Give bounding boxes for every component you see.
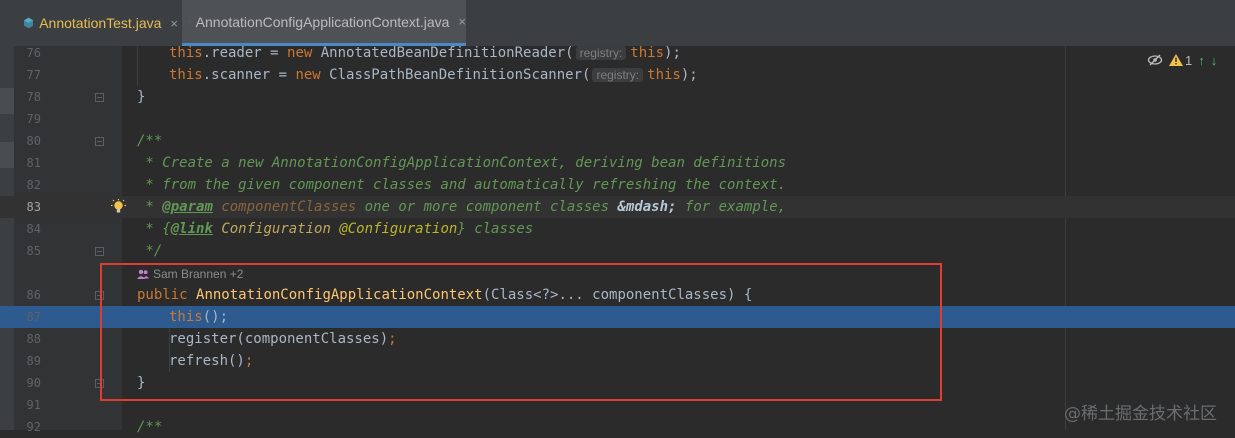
close-icon[interactable]: × — [170, 16, 178, 31]
code-text: /** — [137, 416, 162, 438]
code-text: * {@link Configuration @Configuration} c… — [137, 218, 533, 240]
code-line-current[interactable]: 83 * @param componentClasses one or more… — [0, 196, 1235, 218]
tab-annotation-test[interactable]: AnnotationTest.java × — [14, 0, 178, 46]
line-number: 80 — [14, 130, 41, 152]
tab-label: AnnotationTest.java — [39, 15, 161, 31]
tab-annotation-config-application-context[interactable]: AnnotationConfigApplicationContext.java … — [182, 0, 466, 46]
code-text: } — [137, 86, 145, 108]
editor-tab-bar: AnnotationTest.java × AnnotationConfigAp… — [0, 0, 1235, 46]
line-number: 90 — [14, 372, 41, 394]
line-number: 86 — [14, 284, 41, 306]
next-highlight-arrow-icon[interactable]: ↓ — [1211, 53, 1218, 68]
line-number: 92 — [14, 416, 41, 438]
code-line[interactable]: 77 this.scanner = new ClassPathBeanDefin… — [0, 64, 1235, 86]
java-class-icon — [189, 15, 190, 29]
line-number: 78 — [14, 86, 41, 108]
line-number: 82 — [14, 174, 41, 196]
line-number: 84 — [14, 218, 41, 240]
warning-triangle-icon — [1169, 54, 1183, 66]
tab-label: AnnotationConfigApplicationContext.java — [196, 14, 450, 30]
fold-marker-icon[interactable] — [95, 247, 104, 256]
eye-slash-icon[interactable] — [1147, 54, 1163, 66]
warning-count: 1 — [1185, 53, 1192, 68]
code-line[interactable]: 85 */ — [0, 240, 1235, 262]
error-stripe[interactable] — [1222, 46, 1235, 430]
code-line[interactable]: 82 * from the given component classes an… — [0, 174, 1235, 196]
parameter-hint: registry: — [592, 68, 643, 82]
code-line[interactable]: 84 * {@link Configuration @Configuration… — [0, 218, 1235, 240]
code-line[interactable]: 81 * Create a new AnnotationConfigApplic… — [0, 152, 1235, 174]
watermark: @稀土掘金技术社区 — [1064, 399, 1217, 424]
fold-marker-icon[interactable] — [95, 137, 104, 146]
line-number: 89 — [14, 350, 41, 372]
code-text: * Create a new AnnotationConfigApplicati… — [137, 152, 786, 174]
code-line[interactable]: 92 /** — [0, 416, 1235, 438]
code-text: /** — [137, 130, 162, 152]
code-text: * @param componentClasses one or more co… — [137, 196, 786, 218]
java-class-icon — [24, 16, 33, 30]
line-number: 85 — [14, 240, 41, 262]
parameter-hint: registry: — [576, 46, 627, 60]
close-icon[interactable]: × — [458, 14, 466, 29]
code-line[interactable]: 78 } — [0, 86, 1235, 108]
line-number: 88 — [14, 328, 41, 350]
code-text: this.reader = new AnnotatedBeanDefinitio… — [169, 42, 681, 64]
line-number: 87 — [14, 306, 41, 328]
code-text: */ — [137, 240, 162, 262]
line-number: 76 — [14, 42, 41, 64]
code-text: this.scanner = new ClassPathBeanDefiniti… — [169, 64, 698, 86]
lightbulb-icon[interactable] — [111, 199, 126, 215]
indent-guide — [137, 46, 138, 86]
code-text: * from the given component classes and a… — [137, 174, 786, 196]
line-number: 91 — [14, 394, 41, 416]
warning-indicator[interactable]: 1 — [1169, 53, 1192, 68]
line-number: 77 — [14, 64, 41, 86]
previous-highlight-arrow-icon[interactable]: ↑ — [1198, 53, 1205, 68]
inspection-toolbar: 1 ↑ ↓ — [1147, 50, 1223, 70]
code-line[interactable]: 79 — [0, 108, 1235, 130]
highlight-box — [100, 263, 942, 401]
line-number: 81 — [14, 152, 41, 174]
code-line[interactable]: 76 this.reader = new AnnotatedBeanDefini… — [0, 42, 1235, 64]
fold-marker-icon[interactable] — [95, 93, 104, 102]
code-line[interactable]: 80 /** — [0, 130, 1235, 152]
line-number: 83 — [14, 196, 41, 218]
line-number: 79 — [14, 108, 41, 130]
